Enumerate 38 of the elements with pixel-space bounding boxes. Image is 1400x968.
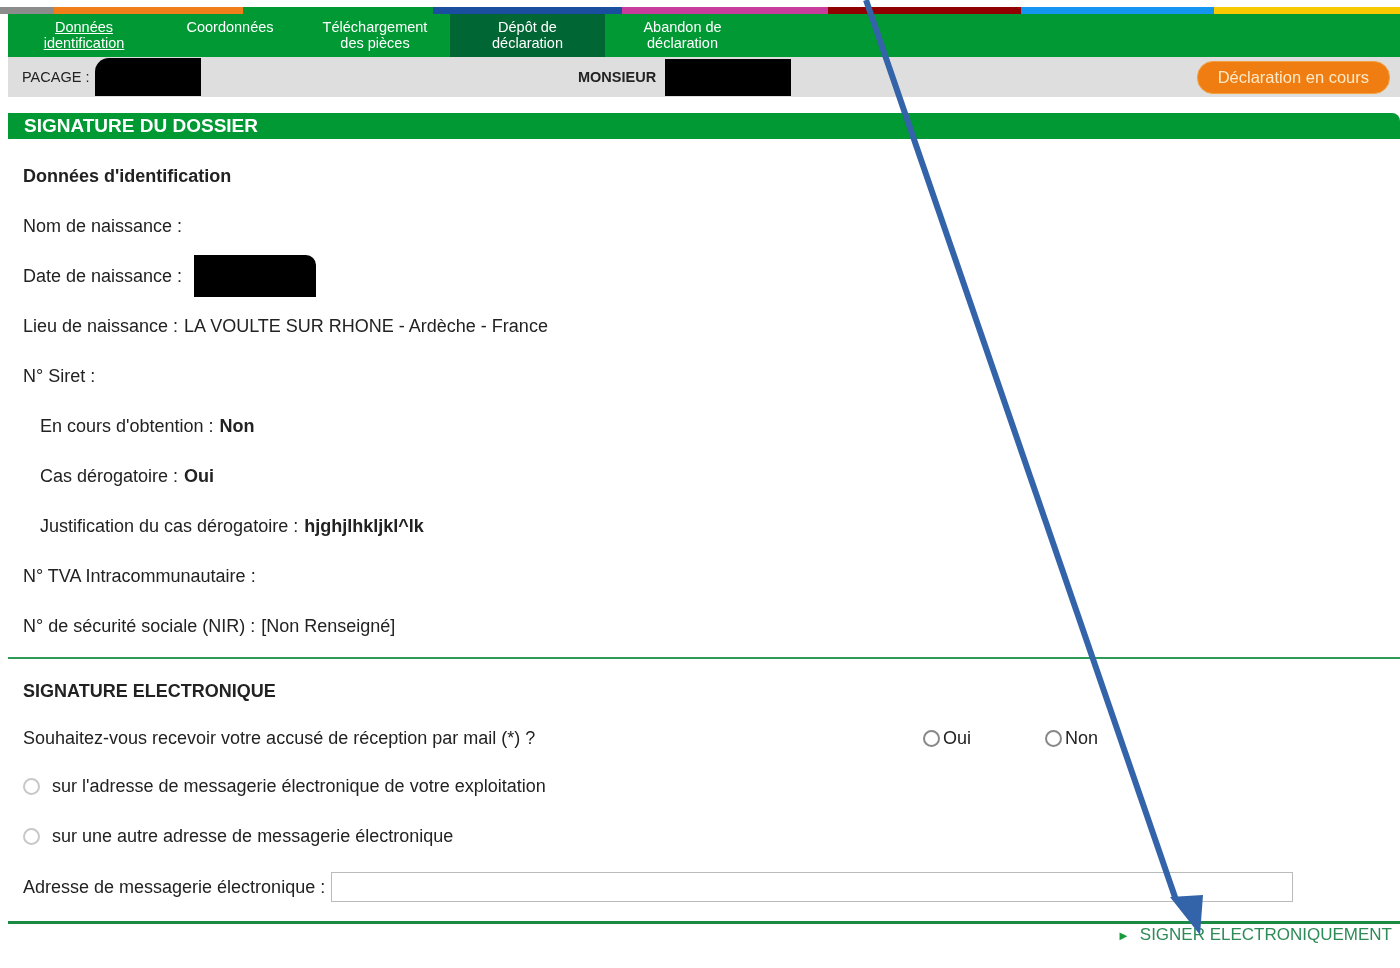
field-label: Justification du cas dérogatoire :: [40, 515, 299, 537]
name-label: MONSIEUR: [578, 69, 657, 85]
nav-tab[interactable]: Données identification: [8, 14, 160, 57]
status-badge: Déclaration en cours: [1196, 60, 1390, 94]
field-value: hjghjlhkljkl^lk: [304, 515, 424, 537]
field-value: LA VOULTE SUR RHONE - Ardèche - France: [184, 315, 548, 337]
nav-tab[interactable]: Abandon de déclaration: [605, 14, 760, 57]
question-text: Souhaitez-vous recevoir votre accusé de réception par mail (*) ?: [23, 727, 537, 749]
field-label: N° TVA Intracommunautaire :: [23, 565, 256, 587]
email-field[interactable]: [331, 872, 1294, 902]
section-title: Données d'identification: [23, 165, 233, 188]
field-label: En cours d'obtention :: [40, 415, 214, 437]
field-label: Nom de naissance :: [23, 215, 183, 237]
play-icon: ►: [1116, 927, 1130, 943]
radio-button[interactable]: [923, 729, 940, 747]
nav-tab[interactable]: Coordonnées: [160, 14, 300, 57]
sign-link[interactable]: ► SIGNER ELECTRONIQUEMENT: [1116, 925, 1392, 945]
field-label: Date de naissance :: [23, 265, 183, 287]
field-value: Non: [219, 415, 255, 437]
field-label: Cas dérogatoire :: [40, 465, 179, 487]
radio-option[interactable]: Oui: [923, 727, 1045, 749]
radio-button[interactable]: [23, 827, 40, 845]
field-value: [Non Renseigné]: [261, 615, 396, 637]
pacage-label: PACAGE :: [22, 69, 90, 85]
radio-button[interactable]: [23, 777, 40, 795]
nav-tab[interactable]: Téléchargement des pièces: [300, 14, 450, 57]
radio-option[interactable]: Non: [1045, 727, 1167, 749]
field-label: N° Siret :: [23, 365, 96, 387]
field-value: Oui: [184, 465, 215, 487]
radio-button[interactable]: [1045, 729, 1062, 747]
nav-tab[interactable]: Dépôt de déclaration: [450, 14, 605, 57]
email-label: Adresse de messagerie électronique :: [23, 876, 326, 898]
field-label: N° de sécurité sociale (NIR) :: [23, 615, 256, 637]
section-header: SIGNATURE DU DOSSIER: [8, 113, 1400, 139]
option-label: sur une autre adresse de messagerie électronique: [52, 825, 454, 847]
option-label: sur l'adresse de messagerie électronique de votre exploitation: [52, 775, 546, 797]
field-label: Lieu de naissance :: [23, 315, 179, 337]
section-title: SIGNATURE ELECTRONIQUE: [23, 680, 277, 703]
